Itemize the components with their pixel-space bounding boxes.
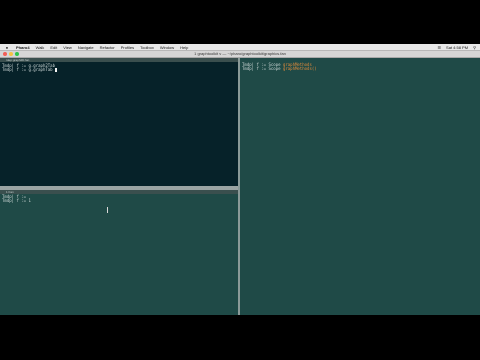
menu-item-walk[interactable]: Walk [36,45,45,50]
status-area: ☰ Sat 4:58 PM ⚲ [432,45,476,50]
search-icon[interactable]: ⚲ [473,45,476,50]
pane-tab[interactable]: 1 Fan [0,190,238,194]
menu-item-profiles[interactable]: Profiles [121,45,134,50]
mouse-ibeam-cursor [107,207,108,213]
close-icon[interactable] [3,52,7,56]
zoom-icon[interactable] [15,52,19,56]
clock[interactable]: Sat 4:58 PM [446,45,468,50]
menu-item-navigate[interactable]: Navigate [78,45,94,50]
desktop-screen: ● Pharo4 Walk Edit View Navigate Refacto… [0,44,480,315]
menu-item-refactor[interactable]: Refactor [100,45,115,50]
pane-tab[interactable]: rdep:graph2D.fan [0,58,238,62]
wifi-icon[interactable]: ☰ [437,45,441,50]
menu-item-view[interactable]: View [63,45,72,50]
window-title: 1 graphtoolkit v — ~/pharo/graphtoolkit/… [194,51,286,56]
menu-bar: ● Pharo4 Walk Edit View Navigate Refacto… [0,44,480,51]
menu-item-edit[interactable]: Edit [50,45,57,50]
minimize-icon[interactable] [9,52,13,56]
menu-item-window[interactable]: Window [160,45,174,50]
terminal-pane-right[interactable]: Tmdp| f := Scope graphMethods Tmdp| f :=… [240,58,480,315]
menu-item-pharo4[interactable]: Pharo4 [16,45,30,50]
terminal-pane-bottom-left[interactable]: 1 Fan Tmdp| f := Tmdp| f := 1 [0,190,238,315]
terminal-pane-top-left[interactable]: rdep:graph2D.fan Tmdp| f := g.graph2Tab … [0,58,238,186]
code-line: Tmdp| f := 1 [2,198,31,203]
code-line: Tmdp| f := g.graphTab [2,68,57,72]
code-line: Tmdp| f := Scope graphMethods() [242,66,317,71]
menu-item-toolbox[interactable]: Toolbox [140,45,154,50]
text-cursor [55,68,57,72]
menu-item-help[interactable]: Help [180,45,188,50]
window-controls [3,52,21,56]
apple-icon[interactable]: ● [4,44,10,50]
window-title-bar[interactable]: 1 graphtoolkit v — ~/pharo/graphtoolkit/… [0,51,480,58]
